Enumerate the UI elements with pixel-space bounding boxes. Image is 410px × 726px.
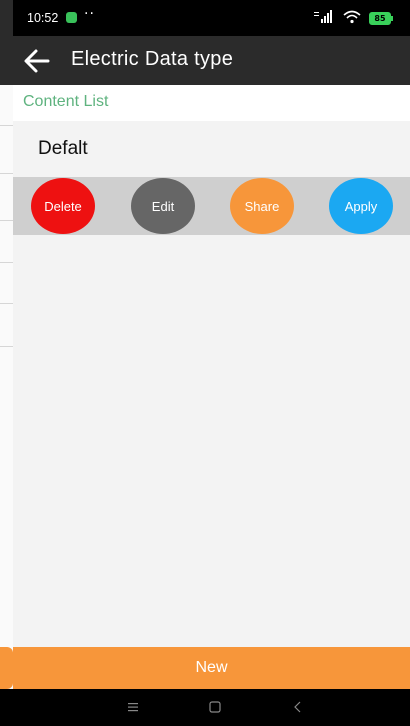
section-header: Content List xyxy=(13,85,410,121)
status-dots: ·· xyxy=(84,6,95,22)
background-divider xyxy=(0,262,13,263)
app-bar: Electric Data type xyxy=(13,36,410,85)
new-button[interactable]: New xyxy=(13,647,410,689)
phone-screen: 10:52 ·· 85 Electric Data type Content L… xyxy=(13,0,410,726)
wifi-icon xyxy=(343,10,361,24)
page-title: Electric Data type xyxy=(71,48,234,70)
apply-button[interactable]: Apply xyxy=(329,178,393,234)
background-divider xyxy=(0,346,13,347)
home-icon[interactable] xyxy=(207,699,223,715)
section-title: Content List xyxy=(23,93,109,110)
list-item-label: Defalt xyxy=(38,138,88,159)
edit-button[interactable]: Edit xyxy=(131,178,195,234)
back-icon[interactable] xyxy=(290,699,306,715)
background-divider xyxy=(0,303,13,304)
back-button[interactable] xyxy=(21,45,53,77)
status-bar: 10:52 ·· 85 xyxy=(13,0,410,36)
status-time: 10:52 xyxy=(27,11,59,25)
list-item[interactable]: Defalt xyxy=(13,121,410,177)
background-nav-bar xyxy=(0,689,13,726)
background-app-bar xyxy=(0,0,13,85)
system-nav-bar xyxy=(13,689,410,726)
background-divider xyxy=(0,125,13,126)
item-action-row: Delete Edit Share Apply xyxy=(13,177,410,235)
background-new-button xyxy=(0,647,13,689)
share-button[interactable]: Share xyxy=(230,178,294,234)
app-notification-icon xyxy=(66,12,77,23)
background-screen-edge xyxy=(0,0,13,726)
battery-icon: 85 xyxy=(369,12,393,25)
background-divider xyxy=(0,220,13,221)
delete-button[interactable]: Delete xyxy=(31,178,95,234)
arrow-left-icon xyxy=(24,49,50,73)
background-divider xyxy=(0,173,13,174)
menu-icon[interactable] xyxy=(125,699,141,715)
content-area xyxy=(13,235,410,647)
signal-icon xyxy=(314,10,332,23)
